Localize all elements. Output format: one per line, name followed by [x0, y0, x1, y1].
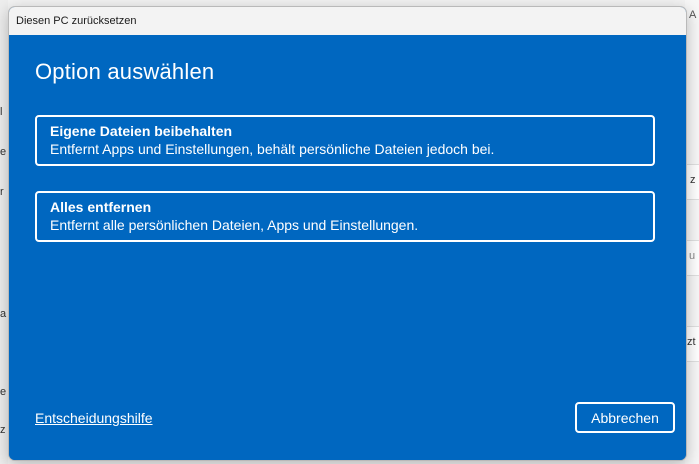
background-text-fragment: l [0, 106, 3, 118]
background-text-fragment: u [689, 250, 696, 262]
background-text-fragment: z [0, 424, 6, 436]
dialog-content: Option auswählen Eigene Dateien beibehal… [9, 35, 686, 460]
window-title: Diesen PC zurücksetzen [16, 15, 137, 27]
reset-pc-dialog: Diesen PC zurücksetzen Option auswählen … [8, 6, 687, 461]
remove-everything-option[interactable]: Alles entfernen Entfernt alle persönlich… [35, 191, 655, 242]
background-text-fragment: A [689, 9, 697, 21]
keep-my-files-option[interactable]: Eigene Dateien beibehalten Entfernt Apps… [35, 115, 655, 166]
background-text-fragment: e [0, 386, 7, 398]
option-description: Entfernt alle persönlichen Dateien, Apps… [50, 217, 419, 233]
page-title: Option auswählen [35, 59, 215, 84]
option-title: Eigene Dateien beibehalten [50, 123, 233, 139]
screen: l e r a e z A z u zt Diesen PC zurückset… [0, 0, 699, 464]
background-text-fragment: e [0, 146, 7, 158]
title-bar: Diesen PC zurücksetzen [9, 7, 686, 35]
background-text-fragment: r [0, 186, 4, 198]
option-description: Entfernt Apps und Einstellungen, behält … [50, 141, 495, 157]
background-window-right-edge [685, 0, 699, 464]
option-title: Alles entfernen [50, 199, 152, 215]
cancel-button[interactable]: Abbrechen [575, 402, 675, 433]
background-text-fragment: a [0, 308, 7, 320]
help-me-choose-link[interactable]: Entscheidungshilfe [35, 410, 153, 426]
background-text-fragment: z [690, 174, 696, 186]
background-text-fragment: zt [687, 336, 696, 348]
